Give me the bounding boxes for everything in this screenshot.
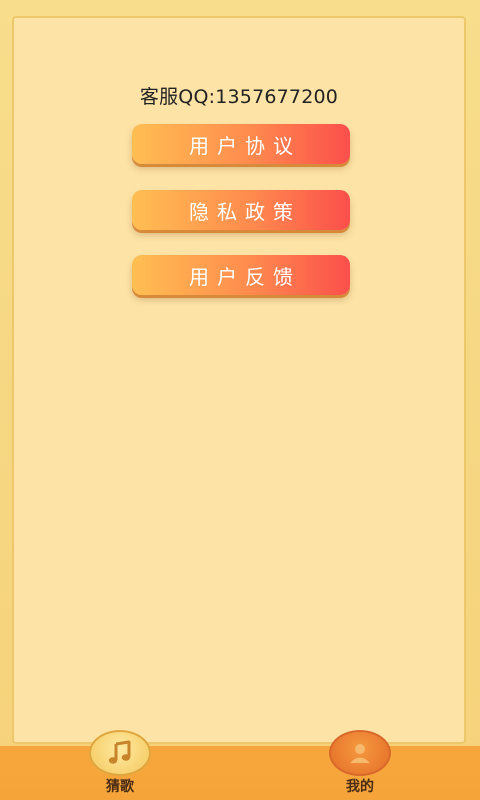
tab-guess-song[interactable]: 猜歌 (80, 730, 160, 796)
user-agreement-button[interactable]: 用户协议 (132, 124, 350, 164)
user-feedback-button[interactable]: 用户反馈 (132, 255, 350, 295)
tab-mine-label: 我的 (346, 779, 374, 795)
bottom-tab-bar (0, 746, 480, 800)
user-icon (329, 730, 391, 776)
music-note-icon (89, 730, 151, 776)
privacy-policy-button[interactable]: 隐私政策 (132, 190, 350, 230)
tab-mine[interactable]: 我的 (320, 730, 400, 796)
content-panel: 客服QQ:1357677200 用户协议 隐私政策 用户反馈 (12, 16, 466, 744)
customer-service-qq: 客服QQ:1357677200 (139, 86, 339, 108)
tab-guess-song-label: 猜歌 (106, 779, 134, 795)
